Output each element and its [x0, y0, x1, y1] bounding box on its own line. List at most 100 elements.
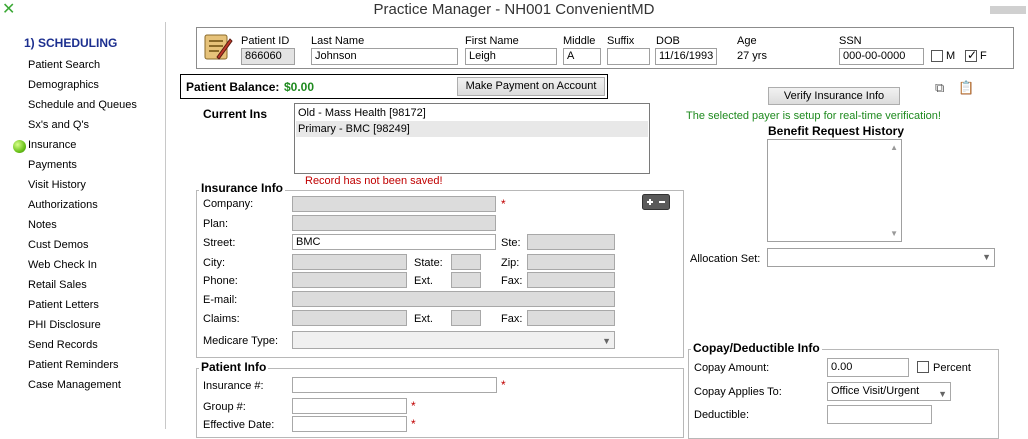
age-value: 27 yrs	[737, 50, 767, 62]
required-marker: *	[411, 399, 416, 413]
sidebar-item-send-records[interactable]: Send Records	[28, 339, 98, 351]
sidebar-item-phi-disclosure[interactable]: PHI Disclosure	[28, 319, 101, 331]
sidebar-item-demographics[interactable]: Demographics	[28, 79, 99, 91]
sidebar-item-sx-qs[interactable]: Sx's and Q's	[28, 119, 89, 131]
chevron-down-icon: ▼	[938, 389, 947, 399]
sidebar-item-authorizations[interactable]: Authorizations	[28, 199, 98, 211]
allocation-set-select[interactable]: ▼	[767, 248, 995, 267]
group-no-field[interactable]	[292, 398, 407, 414]
city-label: City:	[203, 257, 225, 269]
effective-date-field[interactable]	[292, 416, 407, 432]
allocation-set-label: Allocation Set:	[690, 253, 761, 265]
unsaved-warning: Record has not been saved!	[305, 175, 443, 187]
claims-fax-field[interactable]	[527, 310, 615, 326]
city-field[interactable]	[292, 254, 407, 270]
current-ins-list[interactable]: Old - Mass Health [98172] Primary - BMC …	[294, 103, 650, 174]
sidebar-item-notes[interactable]: Notes	[28, 219, 57, 231]
percent-checkbox[interactable]	[917, 361, 929, 373]
verify-insurance-button[interactable]: Verify Insurance Info	[768, 87, 900, 105]
sex-f-label: F	[980, 50, 987, 62]
balance-label: Patient Balance:	[186, 80, 280, 94]
fax-label: Fax:	[501, 275, 523, 287]
medicare-type-select[interactable]: ▼	[292, 331, 615, 349]
make-payment-button[interactable]: Make Payment on Account	[457, 77, 605, 96]
sidebar-item-retail-sales[interactable]: Retail Sales	[28, 279, 87, 291]
street-label: Street:	[203, 237, 236, 249]
middle-label: Middle	[563, 35, 596, 47]
patient-id-label: Patient ID	[241, 35, 290, 47]
sidebar-item-patient-letters[interactable]: Patient Letters	[28, 299, 99, 311]
claims-fax-label: Fax:	[501, 313, 523, 325]
scroll-up-icon[interactable]: ▲	[890, 143, 898, 152]
current-ins-label: Current Ins	[203, 107, 268, 121]
patient-id-field[interactable]: 866060	[241, 48, 295, 65]
verification-message: The selected payer is setup for real-tim…	[686, 110, 941, 122]
last-name-label: Last Name	[311, 35, 365, 47]
ste-field[interactable]	[527, 234, 615, 250]
sidebar-item-schedule-queues[interactable]: Schedule and Queues	[28, 99, 137, 111]
phone-field[interactable]	[292, 272, 407, 288]
sidebar-item-patient-reminders[interactable]: Patient Reminders	[28, 359, 119, 371]
email-field[interactable]	[292, 291, 615, 307]
dob-field[interactable]: 11/16/1993	[655, 48, 717, 65]
window-controls[interactable]	[990, 6, 1026, 14]
state-label: State:	[414, 257, 443, 269]
sidebar-item-payments[interactable]: Payments	[28, 159, 77, 171]
first-name-label: First Name	[465, 35, 519, 47]
active-indicator-icon	[13, 140, 26, 153]
sex-f-checkbox[interactable]	[965, 48, 977, 62]
claims-label: Claims:	[203, 313, 240, 325]
middle-field[interactable]: A	[563, 48, 601, 65]
medicare-type-label: Medicare Type:	[203, 335, 279, 347]
fax-field[interactable]	[527, 272, 615, 288]
sidebar-item-web-check-in[interactable]: Web Check In	[28, 259, 97, 271]
claims-ext-field[interactable]	[451, 310, 481, 326]
insurance-no-label: Insurance #:	[203, 380, 264, 392]
sidebar-item-cust-demos[interactable]: Cust Demos	[28, 239, 89, 251]
suffix-label: Suffix	[607, 35, 635, 47]
suffix-field[interactable]	[607, 48, 650, 65]
last-name-field[interactable]: Johnson	[311, 48, 458, 65]
plan-field[interactable]	[292, 215, 496, 231]
zip-label: Zip:	[501, 257, 520, 269]
ssn-field[interactable]: 000-00-0000	[839, 48, 924, 65]
copay-applies-value: Office Visit/Urgent	[831, 385, 920, 397]
insurance-no-field[interactable]	[292, 377, 497, 393]
copay-amount-label: Copay Amount:	[694, 362, 770, 374]
balance-value: $0.00	[284, 80, 315, 94]
scroll-down-icon[interactable]: ▼	[890, 229, 898, 238]
clipboard-pencil-icon	[204, 34, 233, 60]
sidebar-item-case-management[interactable]: Case Management	[28, 379, 121, 391]
sidebar-item-visit-history[interactable]: Visit History	[28, 179, 86, 191]
list-item[interactable]: Old - Mass Health [98172]	[296, 105, 648, 121]
copay-amount-field[interactable]: 0.00	[827, 358, 909, 377]
sidebar-item-patient-search[interactable]: Patient Search	[28, 59, 100, 71]
add-remove-card-icon[interactable]	[642, 194, 670, 210]
first-name-field[interactable]: Leigh	[465, 48, 557, 65]
required-marker: *	[501, 197, 506, 211]
sidebar-section-title[interactable]: 1) SCHEDULING	[24, 36, 117, 50]
percent-label: Percent	[933, 362, 971, 374]
list-item-selected[interactable]: Primary - BMC [98249]	[296, 121, 648, 137]
sex-m-label: M	[946, 50, 956, 62]
window-title: Practice Manager - NH001 ConvenientMD	[373, 1, 655, 18]
group-no-label: Group #:	[203, 401, 246, 413]
copy-icon[interactable]: ⧉	[935, 80, 944, 96]
street-field[interactable]: BMC	[292, 234, 496, 250]
copay-applies-label: Copay Applies To:	[694, 386, 782, 398]
deductible-field[interactable]	[827, 405, 932, 424]
company-field[interactable]	[292, 196, 496, 212]
ext-field[interactable]	[451, 272, 481, 288]
chevron-down-icon: ▼	[982, 252, 991, 262]
sidebar-item-insurance[interactable]: Insurance	[28, 139, 76, 151]
clipboard-icon[interactable]: 📋	[958, 80, 974, 96]
state-field[interactable]	[451, 254, 481, 270]
copay-title: Copay/Deductible Info	[691, 341, 822, 355]
sex-m-checkbox[interactable]	[931, 50, 943, 62]
required-marker: *	[501, 378, 506, 392]
benefit-history-list[interactable]: ▲ ▼	[767, 139, 902, 242]
patient-info-title: Patient Info	[199, 360, 269, 374]
copay-applies-select[interactable]: Office Visit/Urgent ▼	[827, 382, 951, 401]
claims-field[interactable]	[292, 310, 407, 326]
zip-field[interactable]	[527, 254, 615, 270]
